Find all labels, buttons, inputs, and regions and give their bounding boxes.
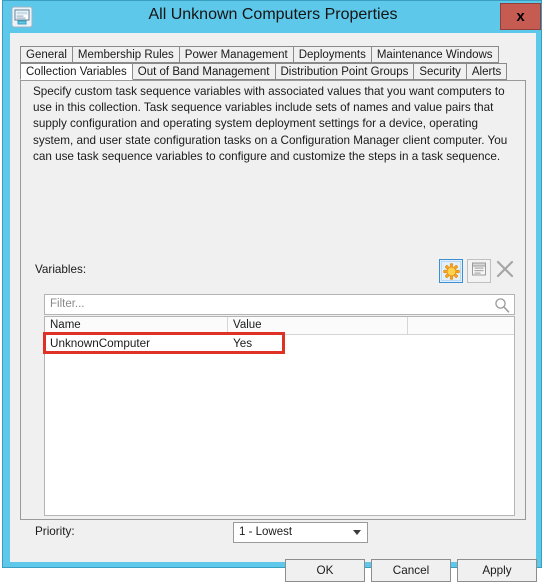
search-icon (494, 297, 510, 313)
priority-label: Priority: (35, 525, 75, 538)
tab-membership-rules[interactable]: Membership Rules (71, 46, 180, 63)
filter-input[interactable]: Filter... (44, 294, 515, 315)
priority-selected-value: 1 - Lowest (239, 526, 293, 538)
tab-row-1: General Membership Rules Power Management D… (20, 46, 499, 63)
table-row[interactable]: UnknownComputer Yes (45, 335, 514, 354)
dialog-window: All Unknown Computers Properties x Gener… (2, 0, 543, 582)
dialog-body: General Membership Rules Power Management D… (10, 33, 537, 582)
tab-collection-variables[interactable]: Collection Variables (20, 63, 133, 80)
title-bar[interactable]: All Unknown Computers Properties x (3, 1, 543, 33)
star-new-icon (441, 261, 461, 281)
variables-list[interactable]: Name Value UnknownComputer Yes (44, 316, 515, 516)
column-header-blank[interactable] (408, 317, 514, 335)
delete-variable-button[interactable] (493, 259, 517, 283)
properties-window-icon (471, 261, 487, 282)
tab-distribution-point-groups[interactable]: Distribution Point Groups (274, 63, 415, 80)
window-title: All Unknown Computers Properties (148, 6, 398, 23)
tab-row-2: Collection Variables Out of Band Manageme… (20, 63, 508, 80)
new-variable-button[interactable] (439, 259, 463, 283)
priority-dropdown[interactable]: 1 - Lowest (233, 522, 368, 543)
tab-deployments[interactable]: Deployments (292, 46, 372, 63)
list-header: Name Value (45, 317, 514, 335)
page-description: Specify custom task sequence variables w… (33, 85, 508, 163)
variables-label: Variables: (35, 263, 87, 276)
tab-security[interactable]: Security (413, 63, 467, 80)
cell-name: UnknownComputer (50, 337, 151, 350)
cell-value: Yes (233, 337, 253, 350)
column-header-value[interactable]: Value (228, 317, 408, 335)
tab-maintenance-windows[interactable]: Maintenance Windows (370, 46, 499, 63)
tab-general[interactable]: General (20, 46, 73, 63)
tab-out-of-band-management[interactable]: Out of Band Management (131, 63, 276, 80)
variable-properties-button[interactable] (467, 259, 491, 283)
tab-strip: General Membership Rules Power Management D… (20, 46, 526, 80)
cancel-button[interactable]: Cancel (371, 559, 451, 582)
delete-x-icon (496, 260, 514, 283)
ok-button[interactable]: OK (285, 559, 365, 582)
close-button[interactable]: x (500, 3, 541, 30)
tab-alerts[interactable]: Alerts (465, 63, 508, 80)
apply-button[interactable]: Apply (457, 559, 537, 582)
chevron-down-icon (353, 530, 361, 535)
cell-extra (408, 335, 514, 354)
column-header-name[interactable]: Name (45, 317, 228, 335)
tab-power-management[interactable]: Power Management (178, 46, 294, 63)
filter-placeholder: Filter... (50, 298, 85, 310)
